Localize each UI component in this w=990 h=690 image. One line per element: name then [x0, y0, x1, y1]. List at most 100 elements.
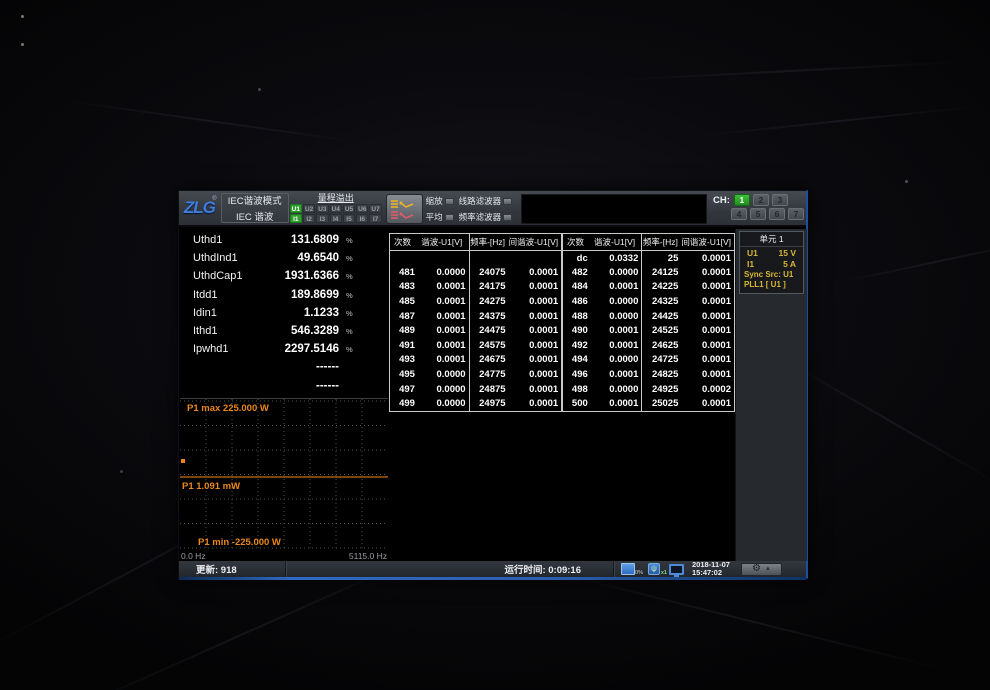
table-cell: 0.0000 — [418, 265, 469, 280]
table-cell: 24225 — [642, 280, 682, 295]
table-cell: 24825 — [642, 367, 682, 382]
channel-button-3[interactable]: 3 — [772, 194, 788, 206]
table-cell: 495 — [390, 367, 418, 382]
bottom-accent-bar — [179, 577, 806, 580]
table-row: 4890.0001244750.00014900.0001245250.0001 — [390, 323, 735, 338]
storage-percent: .0% — [634, 570, 643, 576]
overflow-badge-i7: I7 — [369, 214, 381, 223]
table-cell: 0.0001 — [509, 309, 563, 324]
unit-row-label: U1 — [747, 248, 758, 258]
background-streak — [701, 105, 980, 136]
measurement-row: Ithd1546.3289% — [179, 325, 389, 343]
filter-toggles: 缩放线路滤波器平均频率滤波器 — [426, 191, 518, 225]
table-cell: 24775 — [469, 367, 509, 382]
measurement-unit: % — [339, 345, 359, 354]
table-cell — [509, 251, 563, 266]
table-cell: 0.0000 — [418, 367, 469, 382]
channel-row-1: CH: 123 — [713, 194, 804, 206]
table-cell: dc — [562, 251, 591, 266]
table-cell: 497 — [390, 382, 418, 397]
overflow-badge-u4: U4 — [330, 204, 342, 213]
table-column-header: 间谐波-U1[V] — [509, 234, 563, 251]
background-speck — [258, 88, 261, 91]
table-cell: 493 — [390, 353, 418, 368]
table-cell: 0.0001 — [681, 309, 734, 324]
table-cell: 484 — [562, 280, 591, 295]
measurement-row: Ipwhd12297.5146% — [179, 343, 389, 361]
channel-button-6[interactable]: 6 — [769, 208, 785, 220]
channel-button-4[interactable]: 4 — [731, 208, 747, 220]
runtime-counter: 运行时间: 0:09:16 — [286, 561, 614, 577]
measurement-unit: % — [339, 327, 359, 336]
table-cell: 486 — [562, 294, 591, 309]
table-cell: 0.0001 — [509, 265, 563, 280]
table-cell — [469, 251, 509, 266]
table-column-header: 谐波-U1[V] — [591, 234, 642, 251]
measurement-name: Itdd1 — [193, 289, 271, 301]
u-overflow-badges: U1U2U3U4U5U6U7 — [290, 204, 382, 213]
table-cell: 24125 — [642, 265, 682, 280]
table-cell: 24375 — [469, 309, 509, 324]
table-column-header: 次数 — [562, 234, 591, 251]
filter-label: 平均 — [426, 211, 443, 223]
right-sidebar: 单元 1 U115 VI15 A Sync Src: U1 PLL1 [ U1 … — [735, 229, 807, 561]
table-cell: 500 — [562, 396, 591, 411]
overflow-badge-i3: I3 — [316, 214, 328, 223]
x-axis-max-label: 5115.0 Hz — [349, 551, 387, 561]
measurement-value: 546.3289 — [271, 325, 339, 337]
table-cell: 0.0001 — [509, 294, 563, 309]
table-cell: 24075 — [469, 265, 509, 280]
measurement-value: ------ — [271, 380, 339, 392]
filter-checkbox[interactable] — [503, 198, 512, 205]
unit-rows: U115 VI15 A — [740, 247, 803, 269]
unit-row-value: 15 V — [779, 248, 797, 258]
filter-label: 线路滤波器 — [459, 195, 502, 207]
filter-checkbox[interactable] — [445, 198, 454, 205]
usb-count: x1 — [661, 570, 667, 576]
table-cell: 24875 — [469, 382, 509, 397]
mode-selector-button[interactable]: IEC谐波模式 IEC 谐波 — [221, 193, 289, 223]
table-cell: 0.0001 — [591, 367, 642, 382]
table-cell: 0.0001 — [509, 367, 563, 382]
filter-checkbox[interactable] — [503, 214, 512, 221]
channel-row-2: 4567 — [731, 208, 804, 220]
table-cell: 0.0001 — [418, 280, 469, 295]
overflow-badge-u5: U5 — [343, 204, 355, 213]
table-cell: 487 — [390, 309, 418, 324]
measurement-row: UthdCap11931.6366% — [179, 270, 389, 288]
table-cell: 0.0001 — [509, 323, 563, 338]
mode-line1: IEC谐波模式 — [228, 193, 282, 207]
trend-chart-panel: P1 max 225.000 W P1 1.091 mW P1 min -225… — [180, 398, 388, 561]
table-cell: 0.0001 — [509, 353, 563, 368]
table-row: 4870.0001243750.00014880.0000244250.0001 — [390, 309, 735, 324]
filter-label: 频率滤波器 — [459, 211, 502, 223]
channel-button-5[interactable]: 5 — [750, 208, 766, 220]
background-streak — [842, 239, 990, 283]
overflow-badge-i6: I6 — [356, 214, 368, 223]
measurement-unit: % — [339, 254, 359, 263]
table-cell: 481 — [390, 265, 418, 280]
channel-button-7[interactable]: 7 — [788, 208, 804, 220]
table-cell: 0.0001 — [681, 353, 734, 368]
measurement-row: Idin11.1233% — [179, 307, 389, 325]
filter-checkbox[interactable] — [445, 214, 454, 221]
wiring-settings-button[interactable] — [386, 194, 423, 224]
caret-up-icon: ▲ — [765, 566, 771, 572]
background-speck — [905, 180, 908, 183]
measurement-name: Idin1 — [193, 307, 271, 319]
chart-x-axis: 0.0 Hz 5115.0 Hz — [180, 551, 388, 561]
update-counter: 更新: 918 — [179, 561, 286, 577]
table-cell: 24925 — [642, 382, 682, 397]
measurement-row: ------ — [179, 361, 389, 379]
measurement-row: Itdd1189.8699% — [179, 289, 389, 307]
x-axis-min-label: 0.0 Hz — [181, 551, 206, 561]
zlg-logo: ZLG ® — [179, 191, 220, 225]
table-cell: 0.0001 — [591, 323, 642, 338]
channel-button-1[interactable]: 1 — [734, 194, 750, 206]
background-wallpaper: ZLG ® IEC谐波模式 IEC 谐波 量程溢出 U1U2U3U4U5U6U7… — [0, 0, 990, 690]
channel-button-2[interactable]: 2 — [753, 194, 769, 206]
settings-menu-button[interactable]: ⚙ ▲ — [741, 563, 782, 576]
table-cell: 488 — [562, 309, 591, 324]
monitor-icon — [669, 564, 684, 575]
table-cell: 0.0001 — [509, 396, 563, 411]
